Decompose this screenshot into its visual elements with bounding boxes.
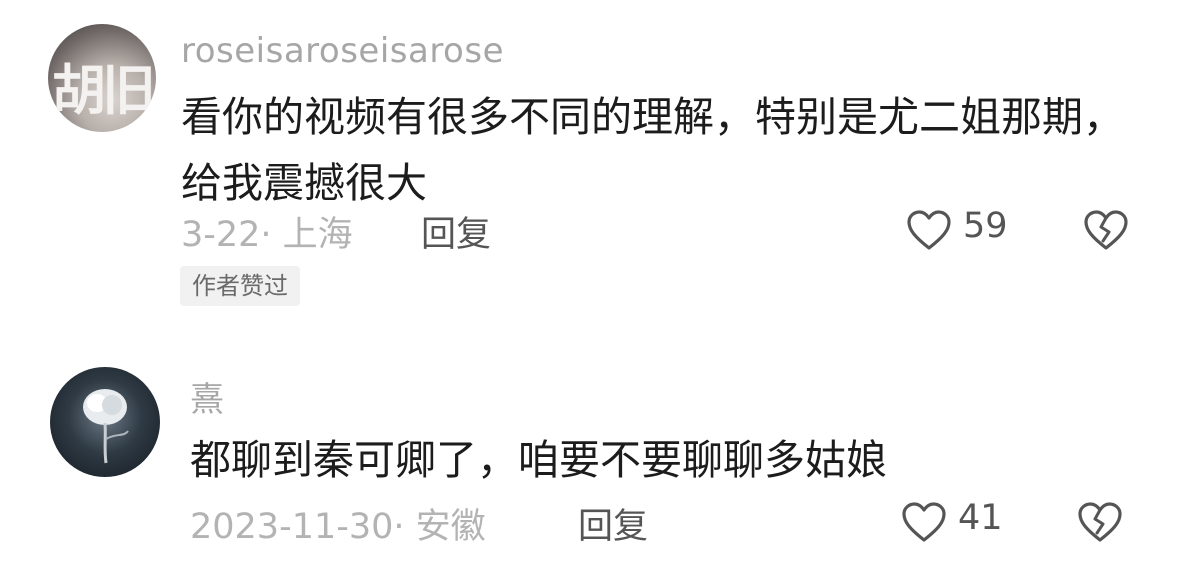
- dislike-button[interactable]: [1083, 208, 1129, 252]
- like-count: 59: [963, 206, 1008, 246]
- username[interactable]: 熹: [190, 372, 225, 421]
- author-liked-badge: 作者赞过: [180, 266, 300, 306]
- rose-image: [83, 389, 129, 464]
- reply-button[interactable]: 回复: [421, 206, 491, 257]
- reply-button[interactable]: 回复: [578, 498, 648, 549]
- heart-outline-icon: [902, 502, 946, 542]
- comment-item: 熹 都聊到秦可卿了，咱要不要聊聊多姑娘 2023-11-30· 安徽 回复 41: [0, 355, 1179, 577]
- avatar[interactable]: 胡旧: [48, 24, 156, 132]
- like-count: 41: [958, 498, 1003, 538]
- broken-heart-icon: [1084, 210, 1128, 250]
- dislike-button[interactable]: [1077, 500, 1123, 544]
- heart-outline-icon: [907, 210, 951, 250]
- comment-meta-row: 3-22· 上海 回复 59: [0, 206, 1179, 256]
- comment-text: 看你的视频有很多不同的理解，特别是尤二姐那期，给我震撼很大: [181, 93, 1124, 207]
- avatar-text: 胡旧: [52, 59, 156, 122]
- broken-heart-icon: [1078, 502, 1122, 542]
- comment-item: 胡旧 roseisaroseisarose 看你的视频有很多不同的理解，特别是尤…: [0, 0, 1179, 320]
- comment-date-location: 2023-11-30· 安徽: [190, 507, 486, 547]
- comment-date-location: 3-22· 上海: [181, 215, 353, 255]
- comment-meta-row: 2023-11-30· 安徽 回复 41: [0, 498, 1179, 548]
- comment-text: 都聊到秦可卿了，咱要不要聊聊多姑娘: [190, 436, 887, 484]
- avatar[interactable]: [50, 367, 160, 477]
- username[interactable]: roseisaroseisarose: [181, 31, 504, 71]
